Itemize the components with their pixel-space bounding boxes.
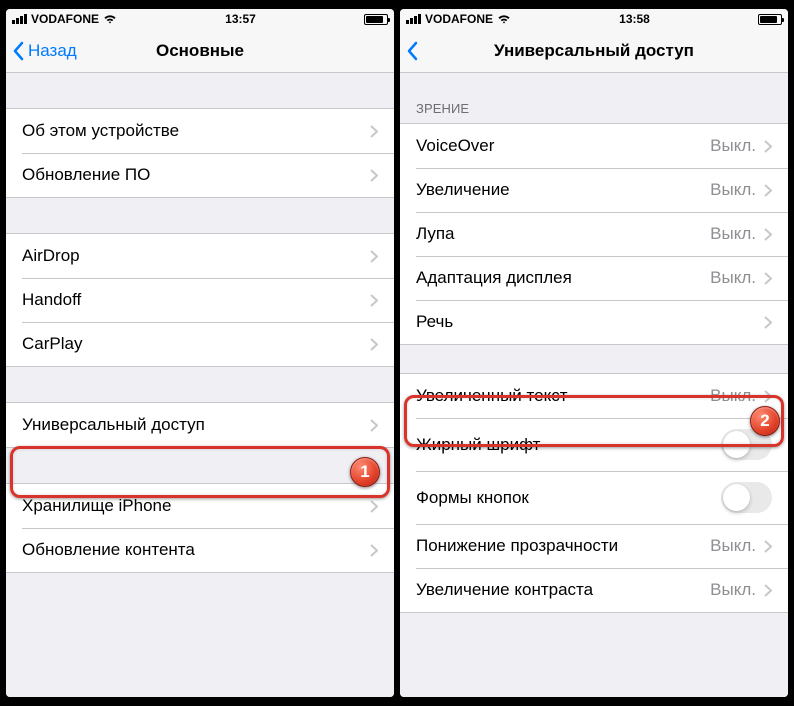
chevron-right-icon xyxy=(764,228,772,241)
cell-label: AirDrop xyxy=(22,246,80,266)
cell-label: Лупа xyxy=(416,224,455,244)
chevron-right-icon xyxy=(370,125,378,138)
chevron-right-icon xyxy=(370,419,378,432)
battery-icon xyxy=(364,14,388,25)
chevron-right-icon xyxy=(764,584,772,597)
cell-label: Формы кнопок xyxy=(416,488,529,508)
chevron-right-icon xyxy=(370,338,378,351)
cell-label: Жирный шрифт xyxy=(416,435,540,455)
cell-label: Увеличенный текст xyxy=(416,386,567,406)
signal-icon xyxy=(12,14,27,24)
cell-value: Выкл. xyxy=(710,536,756,556)
cell-value: Выкл. xyxy=(710,224,756,244)
section-header-vision: ЗРЕНИЕ xyxy=(400,73,788,123)
cell-label: Увеличение контраста xyxy=(416,580,593,600)
settings-content: Об этом устройстве Обновление ПО AirDrop… xyxy=(6,73,394,697)
cell-software-update[interactable]: Обновление ПО xyxy=(6,153,394,197)
chevron-right-icon xyxy=(764,140,772,153)
settings-group: Универсальный доступ xyxy=(6,402,394,448)
cell-storage[interactable]: Хранилище iPhone xyxy=(6,484,394,528)
time-label: 13:58 xyxy=(619,12,650,26)
wifi-icon xyxy=(497,14,511,24)
cell-larger-text[interactable]: Увеличенный текст Выкл. xyxy=(400,374,788,418)
cell-value: Выкл. xyxy=(710,180,756,200)
cell-label: Понижение прозрачности xyxy=(416,536,618,556)
time-label: 13:57 xyxy=(225,12,256,26)
nav-bar: Универсальный доступ xyxy=(400,29,788,73)
accessibility-content: ЗРЕНИЕ VoiceOver Выкл. Увеличение Выкл. … xyxy=(400,73,788,697)
cell-zoom[interactable]: Увеличение Выкл. xyxy=(400,168,788,212)
chevron-right-icon xyxy=(370,294,378,307)
status-bar: VODAFONE 13:58 xyxy=(400,9,788,29)
cell-value: Выкл. xyxy=(710,268,756,288)
phone-right: VODAFONE 13:58 Универсальный доступ ЗРЕН… xyxy=(400,9,788,697)
cell-airdrop[interactable]: AirDrop xyxy=(6,234,394,278)
settings-group-text: Увеличенный текст Выкл. Жирный шрифт Фор… xyxy=(400,373,788,613)
cell-value: Выкл. xyxy=(710,136,756,156)
chevron-right-icon xyxy=(764,184,772,197)
cell-background-refresh[interactable]: Обновление контента xyxy=(6,528,394,572)
settings-group: Хранилище iPhone Обновление контента xyxy=(6,483,394,573)
cell-label: CarPlay xyxy=(22,334,82,354)
cell-label: Обновление ПО xyxy=(22,165,150,185)
cell-display-accommodations[interactable]: Адаптация дисплея Выкл. xyxy=(400,256,788,300)
settings-group-vision: VoiceOver Выкл. Увеличение Выкл. Лупа Вы… xyxy=(400,123,788,345)
cell-label: Хранилище iPhone xyxy=(22,496,171,516)
settings-group: Об этом устройстве Обновление ПО xyxy=(6,108,394,198)
cell-value: Выкл. xyxy=(710,580,756,600)
cell-handoff[interactable]: Handoff xyxy=(6,278,394,322)
switch-button-shapes[interactable] xyxy=(721,482,772,513)
back-button[interactable]: Назад xyxy=(12,41,77,61)
cell-label: Об этом устройстве xyxy=(22,121,179,141)
back-label: Назад xyxy=(28,41,77,61)
cell-increase-contrast[interactable]: Увеличение контраста Выкл. xyxy=(400,568,788,612)
cell-reduce-transparency[interactable]: Понижение прозрачности Выкл. xyxy=(400,524,788,568)
cell-label: Handoff xyxy=(22,290,81,310)
chevron-right-icon xyxy=(764,272,772,285)
marker-2: 2 xyxy=(750,406,780,436)
chevron-right-icon xyxy=(370,544,378,557)
cell-label: Обновление контента xyxy=(22,540,195,560)
chevron-right-icon xyxy=(764,540,772,553)
cell-button-shapes[interactable]: Формы кнопок xyxy=(400,471,788,524)
nav-title: Универсальный доступ xyxy=(408,41,780,61)
status-bar: VODAFONE 13:57 xyxy=(6,9,394,29)
carrier-label: VODAFONE xyxy=(425,12,493,26)
cell-value: Выкл. xyxy=(710,386,756,406)
cell-label: Речь xyxy=(416,312,453,332)
chevron-left-icon xyxy=(12,41,24,61)
cell-magnifier[interactable]: Лупа Выкл. xyxy=(400,212,788,256)
cell-accessibility[interactable]: Универсальный доступ xyxy=(6,403,394,447)
settings-group: AirDrop Handoff CarPlay xyxy=(6,233,394,367)
cell-bold-text[interactable]: Жирный шрифт xyxy=(400,418,788,471)
cell-label: Универсальный доступ xyxy=(22,415,205,435)
cell-speech[interactable]: Речь xyxy=(400,300,788,344)
cell-carplay[interactable]: CarPlay xyxy=(6,322,394,366)
chevron-right-icon xyxy=(764,390,772,403)
carrier-label: VODAFONE xyxy=(31,12,99,26)
chevron-right-icon xyxy=(370,250,378,263)
cell-voiceover[interactable]: VoiceOver Выкл. xyxy=(400,124,788,168)
cell-label: Адаптация дисплея xyxy=(416,268,572,288)
back-button[interactable] xyxy=(406,41,422,61)
chevron-left-icon xyxy=(406,41,418,61)
chevron-right-icon xyxy=(370,500,378,513)
cell-label: Увеличение xyxy=(416,180,510,200)
nav-bar: Назад Основные xyxy=(6,29,394,73)
wifi-icon xyxy=(103,14,117,24)
phone-left: VODAFONE 13:57 Назад Основные Об этом ус… xyxy=(6,9,394,697)
cell-about[interactable]: Об этом устройстве xyxy=(6,109,394,153)
cell-label: VoiceOver xyxy=(416,136,494,156)
battery-icon xyxy=(758,14,782,25)
signal-icon xyxy=(406,14,421,24)
marker-1: 1 xyxy=(350,457,380,487)
chevron-right-icon xyxy=(764,316,772,329)
chevron-right-icon xyxy=(370,169,378,182)
